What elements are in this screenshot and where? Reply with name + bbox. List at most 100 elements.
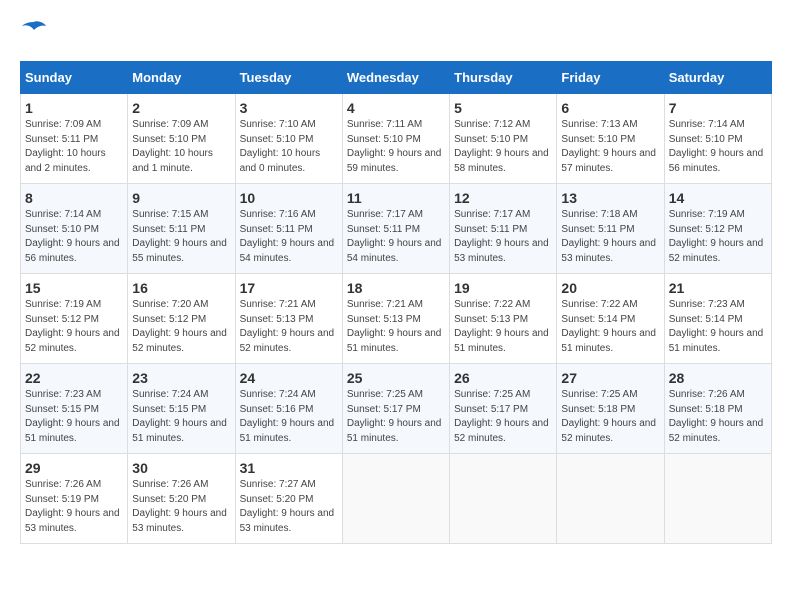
day-cell: 21 Sunrise: 7:23 AMSunset: 5:14 PMDaylig… [664, 274, 771, 364]
day-cell: 14 Sunrise: 7:19 AMSunset: 5:12 PMDaylig… [664, 184, 771, 274]
day-number: 2 [132, 100, 230, 116]
day-info: Sunrise: 7:09 AMSunset: 5:10 PMDaylight:… [132, 119, 213, 174]
day-cell: 23 Sunrise: 7:24 AMSunset: 5:15 PMDaylig… [128, 364, 235, 454]
day-number: 17 [240, 280, 338, 296]
day-info: Sunrise: 7:22 AMSunset: 5:14 PMDaylight:… [561, 299, 656, 354]
day-cell: 5 Sunrise: 7:12 AMSunset: 5:10 PMDayligh… [450, 94, 557, 184]
day-cell: 20 Sunrise: 7:22 AMSunset: 5:14 PMDaylig… [557, 274, 664, 364]
week-row-1: 1 Sunrise: 7:09 AMSunset: 5:11 PMDayligh… [21, 94, 772, 184]
calendar-table: SundayMondayTuesdayWednesdayThursdayFrid… [20, 61, 772, 544]
week-row-4: 22 Sunrise: 7:23 AMSunset: 5:15 PMDaylig… [21, 364, 772, 454]
day-number: 29 [25, 460, 123, 476]
day-cell: 16 Sunrise: 7:20 AMSunset: 5:12 PMDaylig… [128, 274, 235, 364]
day-cell: 31 Sunrise: 7:27 AMSunset: 5:20 PMDaylig… [235, 454, 342, 544]
day-cell: 1 Sunrise: 7:09 AMSunset: 5:11 PMDayligh… [21, 94, 128, 184]
day-cell: 6 Sunrise: 7:13 AMSunset: 5:10 PMDayligh… [557, 94, 664, 184]
day-number: 14 [669, 190, 767, 206]
day-number: 16 [132, 280, 230, 296]
col-header-tuesday: Tuesday [235, 62, 342, 94]
day-number: 11 [347, 190, 445, 206]
day-number: 26 [454, 370, 552, 386]
day-info: Sunrise: 7:11 AMSunset: 5:10 PMDaylight:… [347, 119, 442, 174]
day-cell [664, 454, 771, 544]
calendar-header-row: SundayMondayTuesdayWednesdayThursdayFrid… [21, 62, 772, 94]
day-cell: 26 Sunrise: 7:25 AMSunset: 5:17 PMDaylig… [450, 364, 557, 454]
day-number: 25 [347, 370, 445, 386]
day-cell [450, 454, 557, 544]
col-header-sunday: Sunday [21, 62, 128, 94]
day-number: 24 [240, 370, 338, 386]
week-row-5: 29 Sunrise: 7:26 AMSunset: 5:19 PMDaylig… [21, 454, 772, 544]
day-number: 20 [561, 280, 659, 296]
week-row-2: 8 Sunrise: 7:14 AMSunset: 5:10 PMDayligh… [21, 184, 772, 274]
day-number: 4 [347, 100, 445, 116]
day-info: Sunrise: 7:25 AMSunset: 5:18 PMDaylight:… [561, 389, 656, 444]
day-cell: 7 Sunrise: 7:14 AMSunset: 5:10 PMDayligh… [664, 94, 771, 184]
day-info: Sunrise: 7:27 AMSunset: 5:20 PMDaylight:… [240, 479, 335, 534]
col-header-thursday: Thursday [450, 62, 557, 94]
day-info: Sunrise: 7:18 AMSunset: 5:11 PMDaylight:… [561, 209, 656, 264]
day-number: 21 [669, 280, 767, 296]
day-info: Sunrise: 7:20 AMSunset: 5:12 PMDaylight:… [132, 299, 227, 354]
day-cell: 27 Sunrise: 7:25 AMSunset: 5:18 PMDaylig… [557, 364, 664, 454]
day-info: Sunrise: 7:15 AMSunset: 5:11 PMDaylight:… [132, 209, 227, 264]
day-number: 6 [561, 100, 659, 116]
day-info: Sunrise: 7:21 AMSunset: 5:13 PMDaylight:… [240, 299, 335, 354]
logo-text [20, 20, 46, 45]
col-header-monday: Monday [128, 62, 235, 94]
day-cell: 15 Sunrise: 7:19 AMSunset: 5:12 PMDaylig… [21, 274, 128, 364]
page-header [20, 20, 772, 45]
day-info: Sunrise: 7:19 AMSunset: 5:12 PMDaylight:… [669, 209, 764, 264]
day-number: 1 [25, 100, 123, 116]
day-info: Sunrise: 7:10 AMSunset: 5:10 PMDaylight:… [240, 119, 321, 174]
day-info: Sunrise: 7:12 AMSunset: 5:10 PMDaylight:… [454, 119, 549, 174]
day-cell: 28 Sunrise: 7:26 AMSunset: 5:18 PMDaylig… [664, 364, 771, 454]
day-cell: 4 Sunrise: 7:11 AMSunset: 5:10 PMDayligh… [342, 94, 449, 184]
day-number: 28 [669, 370, 767, 386]
day-number: 5 [454, 100, 552, 116]
day-number: 19 [454, 280, 552, 296]
day-info: Sunrise: 7:24 AMSunset: 5:16 PMDaylight:… [240, 389, 335, 444]
day-number: 22 [25, 370, 123, 386]
col-header-friday: Friday [557, 62, 664, 94]
day-cell: 22 Sunrise: 7:23 AMSunset: 5:15 PMDaylig… [21, 364, 128, 454]
day-info: Sunrise: 7:25 AMSunset: 5:17 PMDaylight:… [454, 389, 549, 444]
day-cell: 2 Sunrise: 7:09 AMSunset: 5:10 PMDayligh… [128, 94, 235, 184]
day-cell: 25 Sunrise: 7:25 AMSunset: 5:17 PMDaylig… [342, 364, 449, 454]
col-header-wednesday: Wednesday [342, 62, 449, 94]
day-number: 27 [561, 370, 659, 386]
day-cell: 10 Sunrise: 7:16 AMSunset: 5:11 PMDaylig… [235, 184, 342, 274]
week-row-3: 15 Sunrise: 7:19 AMSunset: 5:12 PMDaylig… [21, 274, 772, 364]
day-cell: 24 Sunrise: 7:24 AMSunset: 5:16 PMDaylig… [235, 364, 342, 454]
day-cell: 30 Sunrise: 7:26 AMSunset: 5:20 PMDaylig… [128, 454, 235, 544]
day-info: Sunrise: 7:09 AMSunset: 5:11 PMDaylight:… [25, 119, 106, 174]
day-info: Sunrise: 7:26 AMSunset: 5:19 PMDaylight:… [25, 479, 120, 534]
day-info: Sunrise: 7:21 AMSunset: 5:13 PMDaylight:… [347, 299, 442, 354]
logo-bird-icon [22, 20, 46, 40]
day-info: Sunrise: 7:13 AMSunset: 5:10 PMDaylight:… [561, 119, 656, 174]
day-cell [342, 454, 449, 544]
day-info: Sunrise: 7:26 AMSunset: 5:20 PMDaylight:… [132, 479, 227, 534]
day-number: 23 [132, 370, 230, 386]
day-info: Sunrise: 7:23 AMSunset: 5:14 PMDaylight:… [669, 299, 764, 354]
day-number: 31 [240, 460, 338, 476]
col-header-saturday: Saturday [664, 62, 771, 94]
day-info: Sunrise: 7:17 AMSunset: 5:11 PMDaylight:… [454, 209, 549, 264]
day-cell [557, 454, 664, 544]
day-number: 18 [347, 280, 445, 296]
day-cell: 12 Sunrise: 7:17 AMSunset: 5:11 PMDaylig… [450, 184, 557, 274]
logo [20, 20, 50, 45]
day-cell: 29 Sunrise: 7:26 AMSunset: 5:19 PMDaylig… [21, 454, 128, 544]
day-info: Sunrise: 7:17 AMSunset: 5:11 PMDaylight:… [347, 209, 442, 264]
day-cell: 13 Sunrise: 7:18 AMSunset: 5:11 PMDaylig… [557, 184, 664, 274]
day-info: Sunrise: 7:19 AMSunset: 5:12 PMDaylight:… [25, 299, 120, 354]
day-number: 10 [240, 190, 338, 206]
day-info: Sunrise: 7:24 AMSunset: 5:15 PMDaylight:… [132, 389, 227, 444]
day-info: Sunrise: 7:14 AMSunset: 5:10 PMDaylight:… [25, 209, 120, 264]
day-info: Sunrise: 7:23 AMSunset: 5:15 PMDaylight:… [25, 389, 120, 444]
day-number: 9 [132, 190, 230, 206]
day-number: 8 [25, 190, 123, 206]
day-number: 12 [454, 190, 552, 206]
day-cell: 19 Sunrise: 7:22 AMSunset: 5:13 PMDaylig… [450, 274, 557, 364]
day-number: 3 [240, 100, 338, 116]
